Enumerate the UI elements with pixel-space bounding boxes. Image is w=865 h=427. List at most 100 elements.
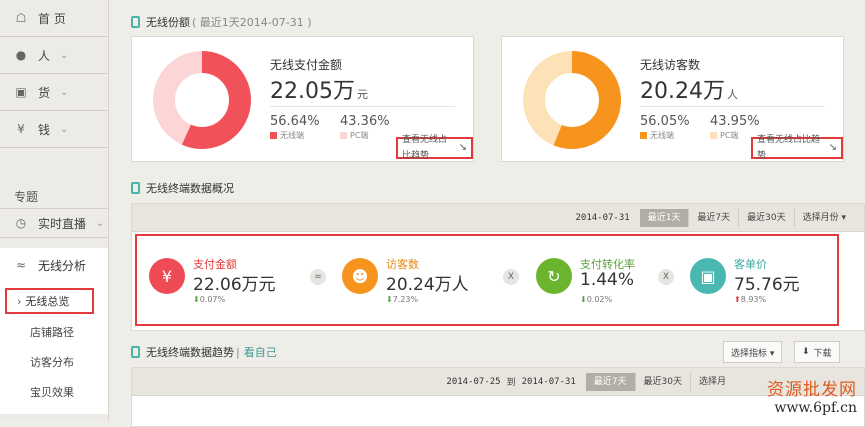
legend-label: PC端 [350,131,369,140]
sidebar-item-wireless[interactable]: ≈ 无线分析 [0,248,108,282]
kpi-value: 22.06万元 [193,275,276,295]
trend-date-from: 2014-07-25 [446,376,501,387]
kpi-payment: ¥ 支付金额 22.06万元 ⬇0.07% [149,256,299,306]
visitors-trend-link[interactable]: 查看无线占比趋势 ↘ [751,135,843,161]
pay-share-card: 无线支付金额 22.05万元 56.64% 43.36% 无线端 PC端 查看无… [131,36,474,162]
sidebar-sub-visitor-distribution[interactable]: 访客分布 [0,348,108,378]
home-icon: ☖ [15,11,27,25]
chevron-down-icon: ⌄ [60,123,69,135]
range-1d-button[interactable]: 最近1天 [639,208,689,227]
trend-link-label: 查看无线占比趋势 [757,135,821,161]
sidebar-item-home[interactable]: ☖ 首 页 [0,0,108,37]
kpi-delta-value: 0.07% [199,295,226,304]
kpi-delta: ⬆8.93% [734,295,766,304]
overview-title: 无线终端数据概况 [146,182,234,195]
chevron-down-icon: ⌄ [60,49,69,61]
pay-pct-pc: 43.36% [340,114,390,129]
kpi-box: ¥ 支付金额 22.06万元 ⬇0.07% = ☻ 访客数 20.24万人 ⬇7… [135,234,839,326]
trend-select-month-dropdown[interactable]: 选择月 [689,372,734,391]
sidebar-item-label: 首 页 [38,11,66,26]
bag-icon: ▣ [15,85,27,99]
visitors-share-donut [523,51,621,149]
share-subtitle: ( 最近1天2014-07-31 ) [192,16,312,29]
user-icon: ● [15,48,27,62]
chevron-down-icon: ⌄ [60,86,69,98]
share-title: 无线份额 [146,16,190,29]
pay-trend-link[interactable]: 查看无线占比趋势 ↘ [396,135,473,161]
legend-label: 无线端 [280,131,304,140]
download-button[interactable]: ⬇ 下载 [794,341,840,363]
sidebar-item-money[interactable]: ¥ 钱 ⌄ [0,111,108,148]
kpi-delta: ⬇7.23% [386,295,418,304]
share-section-title: 无线份额 ( 最近1天2014-07-31 ) [131,12,312,32]
legend-swatch [270,132,277,139]
sidebar-sub-wireless-overview[interactable]: › 无线总览 [5,288,94,314]
kpi-delta-value: 8.93% [740,295,767,304]
separator: | [236,345,240,359]
legend-swatch [340,132,347,139]
range-30d-button[interactable]: 最近30天 [738,208,793,227]
select-metric-dropdown[interactable]: 选择指标 ▾ [723,341,783,363]
trend-range-7d-button[interactable]: 最近7天 [585,372,635,391]
divider [270,106,455,107]
trend-link-label: 查看无线占比趋势 [402,135,448,161]
sidebar-sub-shop-path[interactable]: 店铺路径 [0,318,108,348]
refresh-icon: ↻ [536,258,572,294]
download-icon: ⬇ [802,347,810,357]
trend-toolbar: 2014-07-25 到 2014-07-31 最近7天 最近30天 选择月 [132,368,864,396]
sidebar-item-people[interactable]: ● 人 ⌄ [0,37,108,74]
legend-swatch [640,132,647,139]
phone-icon [131,182,140,194]
kpi-value: 75.76元 [734,275,800,295]
trend-range-30d-button[interactable]: 最近30天 [634,372,690,391]
select-month-dropdown[interactable]: 选择月份 ▾ [793,208,854,227]
view-self-link[interactable]: 看自己 [244,344,277,360]
legend-swatch [710,132,717,139]
arrow-down-right-icon: ↘ [458,142,467,153]
visitors-pct-pc: 43.95% [710,114,760,129]
trend-panel: 2014-07-25 到 2014-07-31 最近7天 最近30天 选择月 [131,367,865,427]
wifi-icon: ≈ [15,258,27,272]
topic-title: 专题 [14,190,39,204]
legend-label: 无线端 [650,131,674,140]
chevron-down-icon: ⌄ [96,217,105,229]
sidebar-item-label: 货 [38,85,51,100]
arrow-down-icon: ⬇ [193,295,200,304]
arrow-down-right-icon: ↘ [828,142,837,153]
overview-toolbar: 2014-07-31 最近1天 最近7天 最近30天 选择月份 ▾ [132,204,864,232]
range-7d-button[interactable]: 最近7天 [688,208,738,227]
sidebar-sub-label: 无线总览 [25,295,70,308]
sidebar-item-goods[interactable]: ▣ 货 ⌄ [0,74,108,111]
trend-date-to: 2014-07-31 [521,376,576,387]
times-icon: X [503,269,519,285]
pay-title: 无线支付金额 [270,58,343,72]
trend-title: 无线终端数据趋势 [146,346,234,359]
pay-value: 22.05万元 [270,73,368,105]
watermark-cn: 资源批发网 [767,380,857,400]
kpi-value: 1.44% [580,270,635,290]
legend-wireless: 无线端 [270,130,304,141]
sidebar-item-label: 实时直播 [38,216,87,231]
visitors-pct-wireless: 56.05% [640,114,690,129]
kpi-value: 20.24万人 [386,275,469,295]
yen-icon: ¥ [17,122,25,136]
sidebar-item-label: 无线分析 [38,258,87,273]
main-content: 无线份额 ( 最近1天2014-07-31 ) 无线支付金额 22.05万元 5… [117,0,865,427]
watermark-url: www.6pf.cn [774,400,857,416]
overview-date: 2014-07-31 [575,212,630,223]
user-icon: ☻ [342,258,378,294]
watermark: 资源批发网 www.6pf.cn [767,375,857,416]
visitors-value-unit: 万 [702,79,725,104]
visitors-title: 无线访客数 [640,58,701,72]
sidebar: ☖ 首 页 ● 人 ⌄ ▣ 货 ⌄ ¥ 钱 ⌄ 专题 ◷ 实时直播 ⌄ ≈ 无线… [0,0,109,420]
wireless-group: ≈ 无线分析 › 无线总览 店铺路径 访客分布 宝贝效果 [0,248,108,414]
overview-section-title: 无线终端数据概况 [131,178,234,198]
sidebar-item-live[interactable]: ◷ 实时直播 ⌄ [0,208,108,238]
phone-icon [131,16,140,28]
kpi-visitors: ☻ 访客数 20.24万人 ⬇7.23% [342,256,492,306]
legend-pc: PC端 [710,130,738,141]
sidebar-item-label: 人 [38,48,51,63]
legend-wireless: 无线端 [640,130,674,141]
sidebar-sub-item-effect[interactable]: 宝贝效果 [0,378,108,408]
overview-panel: 2014-07-31 最近1天 最近7天 最近30天 选择月份 ▾ ¥ 支付金额… [131,203,865,331]
